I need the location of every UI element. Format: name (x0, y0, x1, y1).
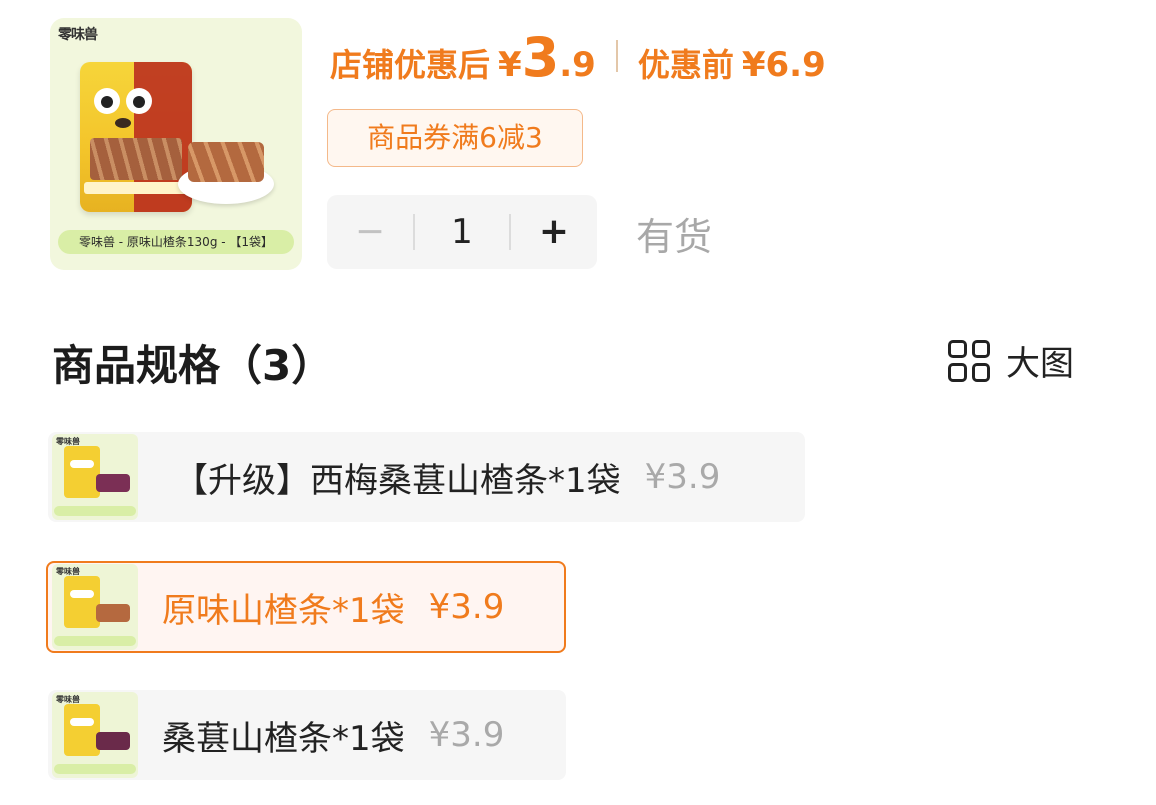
quantity-value[interactable]: 1 (415, 212, 509, 252)
mascot-nose (115, 118, 131, 128)
discount-price-integer: 3 (521, 26, 560, 89)
hawthorn-sticks-graphic (90, 138, 182, 180)
price-row: 店铺优惠后 ¥ 3 .9 优惠前 ¥6.9 (330, 26, 826, 89)
product-image[interactable]: 零味兽 零味兽 - 原味山楂条130g - 【1袋】 (50, 18, 302, 270)
original-price: ¥6.9 (741, 45, 826, 85)
spec-option-upgraded-prune-mulberry[interactable]: 零味兽 【升级】西梅桑葚山楂条*1袋 ¥3.9 (48, 432, 805, 522)
decrease-button[interactable]: − (327, 195, 413, 269)
package-label (84, 182, 188, 194)
spec-option-price: ¥3.9 (644, 457, 721, 497)
price-divider (615, 40, 618, 72)
large-view-toggle[interactable]: 大图 (948, 336, 1074, 385)
plate-sticks-graphic (188, 142, 264, 182)
spec-section-title: 商品规格（3） (52, 341, 334, 390)
mascot-eye-left (94, 88, 120, 114)
spec-thumbnail: 零味兽 (52, 564, 138, 650)
currency-symbol: ¥ (498, 45, 522, 85)
spec-thumbnail: 零味兽 (52, 692, 138, 778)
mascot-eye-right (126, 88, 152, 114)
large-view-label: 大图 (1006, 344, 1074, 384)
original-price-label: 优惠前 (637, 46, 734, 84)
increase-button[interactable]: + (511, 195, 597, 269)
spec-option-mulberry[interactable]: 零味兽 桑葚山楂条*1袋 ¥3.9 (48, 690, 566, 780)
spec-option-name: 原味山楂条*1袋 (162, 590, 405, 631)
spec-option-name: 【升级】西梅桑葚山楂条*1袋 (174, 460, 621, 501)
spec-option-price: ¥3.9 (428, 715, 505, 755)
stock-status: 有货 (636, 215, 713, 259)
spec-option-name: 桑葚山楂条*1袋 (162, 718, 405, 759)
quantity-stepper: − 1 + (327, 195, 597, 269)
spec-thumbnail: 零味兽 (52, 434, 138, 520)
grid-view-icon (948, 339, 990, 382)
spec-option-price: ¥3.9 (428, 587, 505, 627)
product-caption: 零味兽 - 原味山楂条130g - 【1袋】 (58, 230, 294, 254)
brand-logo: 零味兽 (58, 27, 98, 43)
spec-option-original[interactable]: 零味兽 原味山楂条*1袋 ¥3.9 (46, 561, 566, 653)
discount-price-decimal: .9 (559, 45, 596, 85)
coupon-badge[interactable]: 商品券满6减3 (327, 109, 583, 167)
discount-price-label: 店铺优惠后 (330, 46, 491, 84)
